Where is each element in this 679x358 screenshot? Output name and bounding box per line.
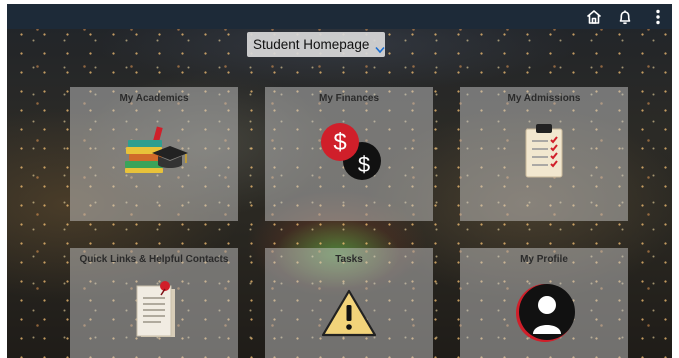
- tile-my-admissions[interactable]: My Admissions: [460, 87, 628, 221]
- home-icon[interactable]: [585, 8, 603, 26]
- bell-icon[interactable]: [616, 8, 634, 26]
- tile-title: My Admissions: [507, 93, 581, 104]
- tile-title: Tasks: [335, 254, 363, 265]
- tile-my-academics[interactable]: My Academics: [70, 87, 238, 221]
- page-title: Student Homepage: [253, 37, 370, 52]
- tile-my-finances[interactable]: My Finances $ $: [265, 87, 433, 221]
- top-navigation-bar: [7, 4, 672, 29]
- tile-title: Quick Links & Helpful Contacts: [79, 254, 229, 265]
- dollar-coins-icon: $ $: [319, 121, 381, 188]
- homepage-selector[interactable]: Student Homepage: [247, 32, 385, 57]
- pinned-notes-icon: [134, 280, 180, 347]
- tile-title: My Profile: [520, 254, 568, 265]
- svg-text:$: $: [333, 129, 346, 156]
- clipboard-checklist-icon: [524, 123, 564, 184]
- user-profile-icon: [514, 282, 576, 349]
- svg-text:$: $: [358, 152, 370, 177]
- warning-icon: [321, 288, 377, 343]
- tile-title: My Finances: [318, 93, 380, 104]
- chevron-down-icon: [375, 41, 385, 53]
- tile-title: My Academics: [119, 93, 189, 104]
- books-graduation-cap-icon: [124, 125, 190, 180]
- more-vertical-icon[interactable]: [649, 8, 667, 26]
- tile-quick-links[interactable]: Quick Links & Helpful Contacts: [70, 248, 238, 358]
- tile-tasks[interactable]: Tasks: [265, 248, 433, 358]
- tile-my-profile[interactable]: My Profile: [460, 248, 628, 358]
- homepage-frame: Student Homepage My Academics My Finance…: [7, 4, 672, 358]
